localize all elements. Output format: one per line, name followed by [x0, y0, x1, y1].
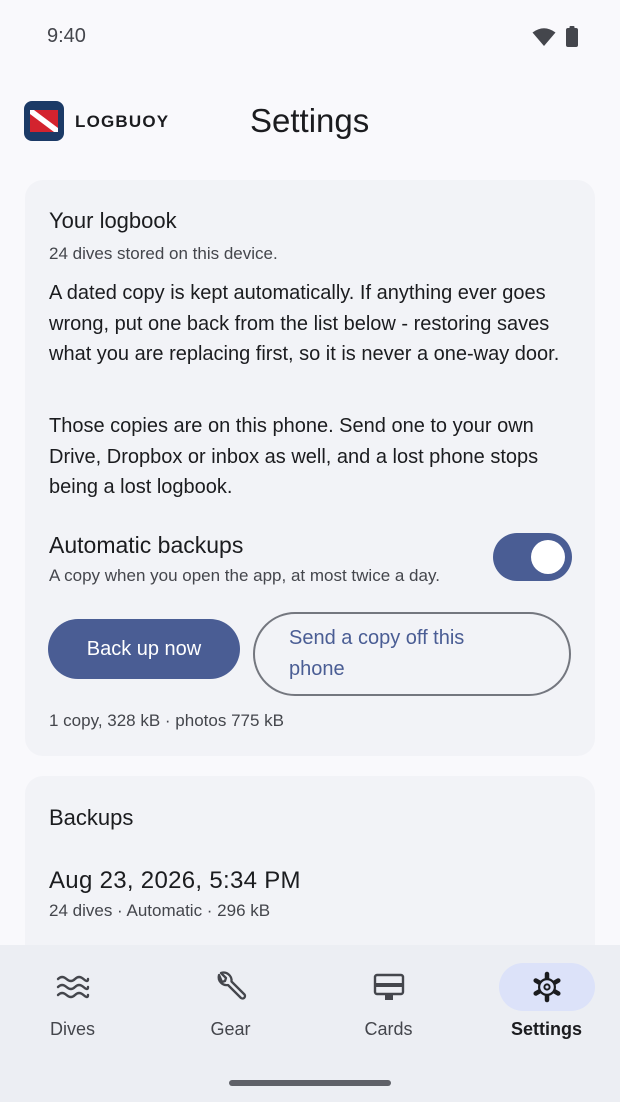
back-up-now-button[interactable]: Back up now	[48, 619, 240, 679]
auto-backup-description: A copy when you open the app, at most tw…	[49, 566, 440, 585]
nav-label-gear: Gear	[210, 1019, 251, 1039]
home-indicator[interactable]	[229, 1080, 391, 1086]
nav-item-dives[interactable]: Dives	[0, 945, 150, 1055]
nav-item-cards[interactable]: Cards	[311, 945, 466, 1055]
status-bar: 9:40	[0, 0, 620, 72]
nav-item-settings[interactable]: Settings	[469, 945, 620, 1055]
logbook-offsite-tip: Those copies are on this phone. Send one…	[49, 415, 539, 498]
card-icon	[373, 973, 404, 1000]
app-header: LOGBUOY Settings	[0, 90, 620, 154]
battery-icon	[566, 26, 578, 47]
app-name: LOGBUOY	[75, 112, 170, 131]
auto-backup-toggle[interactable]	[493, 533, 572, 581]
logbook-card: Your logbook 24 dives stored on this dev…	[25, 180, 595, 756]
logbook-description: A dated copy is kept automatically. If a…	[49, 282, 560, 365]
page-title: Settings	[250, 102, 370, 139]
nav-label-settings: Settings	[510, 1019, 582, 1039]
send-copy-button[interactable]: Send a copy off this phone	[253, 612, 571, 696]
wifi-icon	[532, 28, 556, 46]
dive-flag-logo	[24, 101, 64, 141]
waves-icon	[56, 975, 89, 999]
nav-item-gear[interactable]: Gear	[153, 945, 308, 1055]
auto-backup-label: Automatic backups	[49, 532, 244, 558]
bottom-nav: Dives Gear Cards Settings	[0, 945, 620, 1102]
status-time: 9:40	[47, 25, 86, 47]
backup-meta: 24 dives · Automatic · 296 kB	[49, 901, 271, 920]
wrench-icon	[217, 971, 246, 1000]
backups-title: Backups	[49, 805, 134, 830]
send-copy-label: Send a copy off this phone	[289, 627, 465, 680]
toggle-knob	[531, 540, 565, 574]
logbook-title: Your logbook	[49, 208, 177, 233]
logbook-subtitle: 24 dives stored on this device.	[49, 244, 278, 263]
backup-date: Aug 23, 2026, 5:34 PM	[49, 867, 301, 894]
gear-icon	[532, 971, 561, 1003]
storage-stats: 1 copy, 328 kB · photos 775 kB	[49, 711, 284, 730]
nav-label-cards: Cards	[364, 1019, 413, 1039]
nav-label-dives: Dives	[49, 1019, 95, 1039]
